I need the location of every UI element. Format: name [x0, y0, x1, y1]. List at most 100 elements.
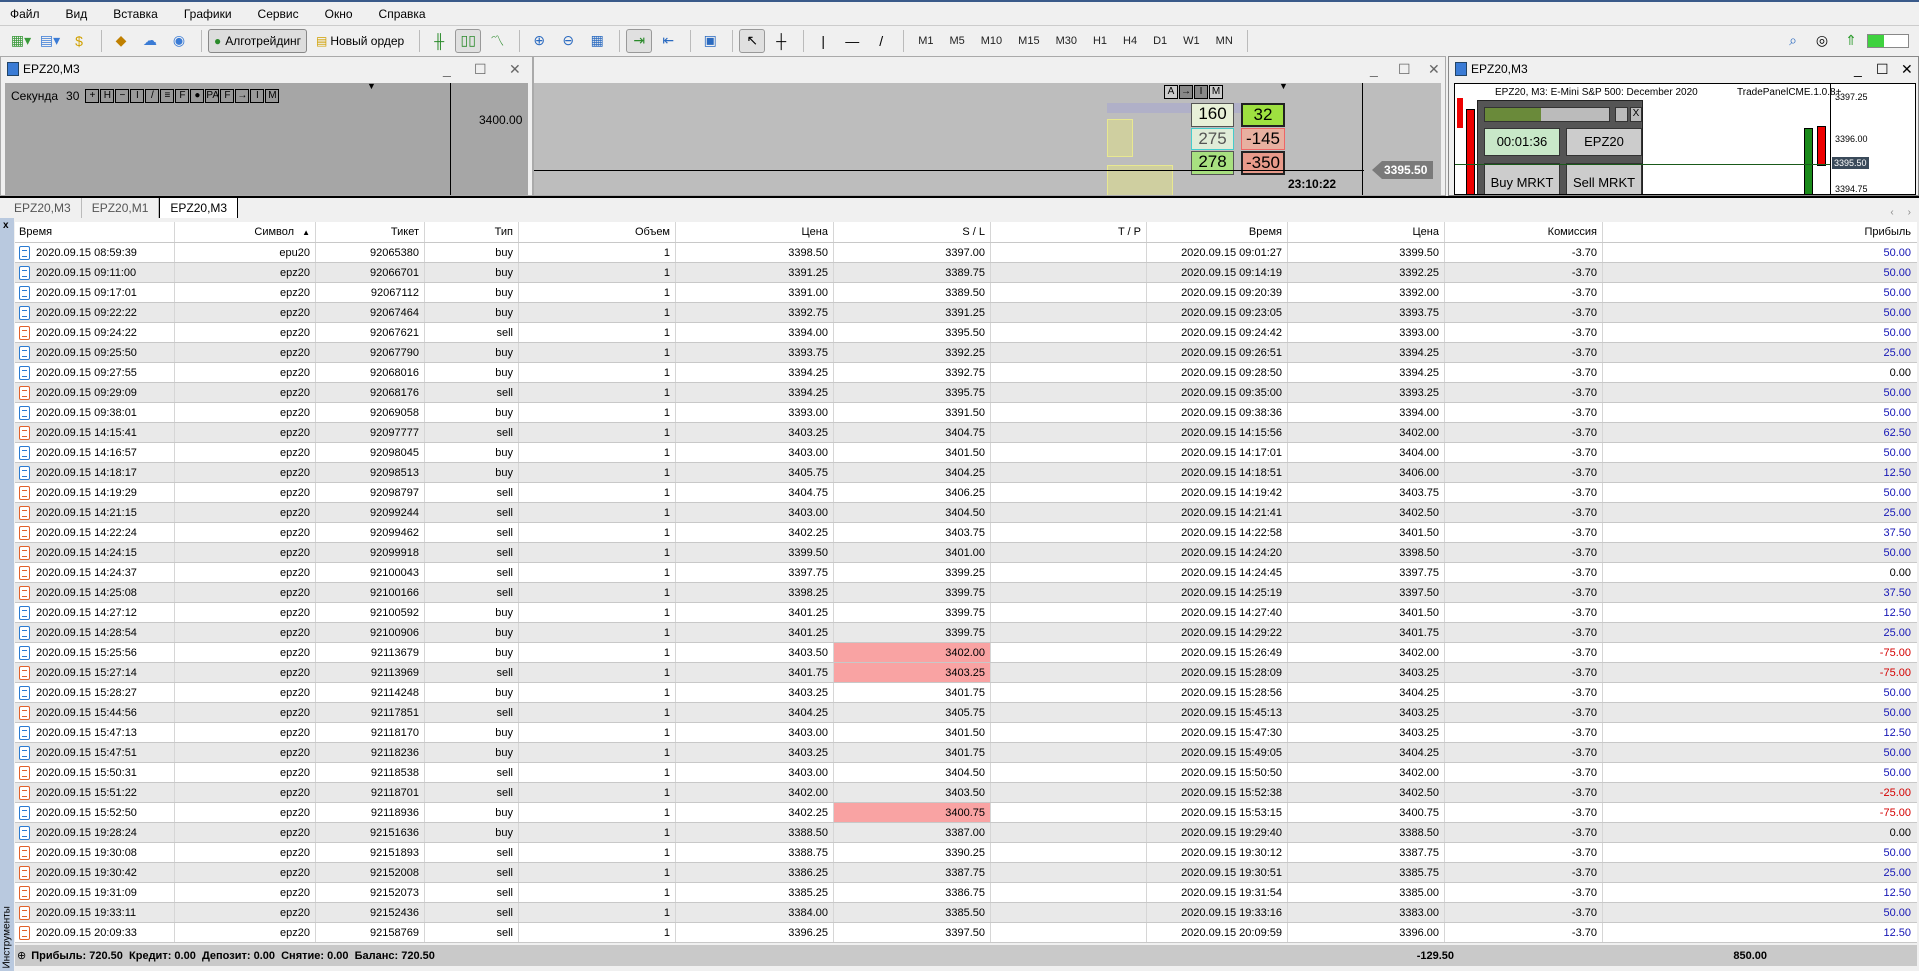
table-row[interactable]: 2020.09.15 15:52:50 epz20 92118936 buy 1 3402… [15, 803, 1917, 823]
timeframe-m30[interactable]: M30 [1056, 35, 1077, 47]
tool-h[interactable]: H [100, 89, 115, 103]
menu-help[interactable]: Справка [379, 7, 426, 21]
navigator-icon[interactable]: ◆ [108, 29, 134, 53]
zoom-in-icon[interactable]: ⊕ [526, 29, 552, 53]
symbol-button[interactable]: EPZ20 [1566, 128, 1642, 156]
col-sl[interactable]: S / L [834, 222, 991, 242]
tool-dot[interactable]: ● [190, 89, 205, 103]
table-row[interactable]: 2020.09.15 14:24:37 epz20 92100043 sell 1 339… [15, 563, 1917, 583]
timeframe-w1[interactable]: W1 [1183, 35, 1200, 47]
col-symbol[interactable]: Символ ▲ [175, 222, 316, 242]
table-row[interactable]: 2020.09.15 15:27:14 epz20 92113969 sell 1 340… [15, 663, 1917, 683]
toolbox-close-icon[interactable]: x [3, 220, 9, 231]
maximize-button[interactable]: ☐ [474, 61, 487, 78]
cloud-icon[interactable]: ☁ [137, 29, 163, 53]
table-row[interactable]: 2020.09.15 14:21:15 epz20 92099244 sell 1 340… [15, 503, 1917, 523]
table-row[interactable]: 2020.09.15 15:28:27 epz20 92114248 buy 1 3403… [15, 683, 1917, 703]
table-row[interactable]: 2020.09.15 09:17:01 epz20 92067112 buy 1 3391… [15, 283, 1917, 303]
trendline-icon[interactable]: / [868, 29, 894, 53]
table-row[interactable]: 2020.09.15 14:19:29 epz20 92098797 sell 1 340… [15, 483, 1917, 503]
market-watch-icon[interactable]: $ [66, 29, 92, 53]
shift-marker-icon[interactable]: ▼ [367, 83, 376, 91]
tool-i[interactable]: I [250, 89, 265, 103]
menu-charts[interactable]: Графики [184, 7, 232, 21]
col-volume[interactable]: Объем [519, 222, 676, 242]
period-value[interactable]: 30 [66, 89, 79, 103]
tool-fibo[interactable]: F [175, 89, 190, 103]
table-row[interactable]: 2020.09.15 09:11:00 epz20 92066701 buy 1 3391… [15, 263, 1917, 283]
tile-windows-icon[interactable]: ▦ [584, 29, 610, 53]
col-tp[interactable]: T / P [991, 222, 1147, 242]
minimize-button[interactable]: _ [443, 61, 451, 77]
table-row[interactable]: 2020.09.15 14:22:24 epz20 92099462 sell 1 340… [15, 523, 1917, 543]
table-row[interactable]: 2020.09.15 09:38:01 epz20 92069058 buy 1 3393… [15, 403, 1917, 423]
timeframe-m15[interactable]: M15 [1018, 35, 1039, 47]
tool-crosshair[interactable]: + [85, 89, 100, 103]
table-row[interactable]: 2020.09.15 08:59:39 epu20 92065380 buy 1 3398… [15, 243, 1917, 263]
table-row[interactable]: 2020.09.15 15:25:56 epz20 92113679 buy 1 3403… [15, 643, 1917, 663]
chart-area[interactable]: EPZ20, M3: E-Mini S&P 500: December 2020… [1454, 83, 1916, 195]
timeframe-m1[interactable]: M1 [918, 35, 933, 47]
panel-close-button[interactable]: X [1630, 107, 1642, 122]
table-row[interactable]: 2020.09.15 14:16:57 epz20 92098045 buy 1 3403… [15, 443, 1917, 463]
minimize-button[interactable]: _ [1854, 61, 1862, 77]
table-row[interactable]: 2020.09.15 09:24:22 epz20 92067621 sell 1 339… [15, 323, 1917, 343]
autoscroll-icon[interactable]: ⇥ [626, 28, 653, 53]
tab-scroll-right-icon[interactable]: › [1908, 207, 1911, 218]
table-row[interactable]: 2020.09.15 09:27:55 epz20 92068016 buy 1 3394… [15, 363, 1917, 383]
new-order-button[interactable]: ▤ Новый ордер [311, 29, 409, 53]
chart-shift-icon[interactable]: ⇤ [655, 29, 681, 53]
timeframe-h4[interactable]: H4 [1123, 35, 1137, 47]
tool-levels[interactable]: ≡ [160, 89, 175, 103]
expand-icon[interactable]: ⊕ [17, 949, 26, 962]
tab-epz20-m1[interactable]: EPZ20,M1 [82, 198, 160, 218]
table-row[interactable]: 2020.09.15 20:09:33 epz20 92158769 sell 1 339… [15, 923, 1917, 943]
menu-window[interactable]: Окно [325, 7, 353, 21]
crosshair-icon[interactable]: ┼ [768, 29, 794, 53]
table-row[interactable]: 2020.09.15 14:24:15 epz20 92099918 sell 1 339… [15, 543, 1917, 563]
panel-toggle[interactable] [1615, 107, 1628, 122]
maximize-button[interactable]: ☐ [1876, 61, 1889, 78]
tool-m[interactable]: M [265, 89, 280, 103]
algo-trading-button[interactable]: ● Алготрейдинг [208, 28, 308, 53]
table-row[interactable]: 2020.09.15 19:31:09 epz20 92152073 sell 1 338… [15, 883, 1917, 903]
profiles-icon[interactable]: ▤▾ [37, 29, 63, 53]
table-row[interactable]: 2020.09.15 19:30:08 epz20 92151893 sell 1 338… [15, 843, 1917, 863]
tool-pa[interactable]: PA [205, 89, 220, 103]
col-type[interactable]: Тип [425, 222, 519, 242]
table-row[interactable]: 2020.09.15 15:51:22 epz20 92118701 sell 1 340… [15, 783, 1917, 803]
search-icon[interactable]: ⌕ [1780, 29, 1806, 53]
cursor-icon[interactable]: ↖ [739, 28, 766, 53]
table-row[interactable]: 2020.09.15 09:25:50 epz20 92067790 buy 1 3393… [15, 343, 1917, 363]
candlestick-icon[interactable]: ▯▯ [455, 28, 482, 53]
buy-market-button[interactable]: Buy MRKT [1484, 163, 1560, 194]
bar-chart-icon[interactable]: ╫ [426, 29, 452, 53]
tool-m[interactable]: M [1209, 85, 1223, 99]
account-icon[interactable]: ◎ [1809, 29, 1835, 53]
table-row[interactable]: 2020.09.15 09:22:22 epz20 92067464 buy 1 3392… [15, 303, 1917, 323]
menu-file[interactable]: Файл [10, 7, 40, 21]
table-row[interactable]: 2020.09.15 14:18:17 epz20 92098513 buy 1 3405… [15, 463, 1917, 483]
zoom-out-icon[interactable]: ⊖ [555, 29, 581, 53]
menu-view[interactable]: Вид [66, 7, 88, 21]
table-row[interactable]: 2020.09.15 14:28:54 epz20 92100906 buy 1 3401… [15, 623, 1917, 643]
tool-trend[interactable]: / [145, 89, 160, 103]
table-row[interactable]: 2020.09.15 15:47:51 epz20 92118236 buy 1 3403… [15, 743, 1917, 763]
timeframe-d1[interactable]: D1 [1153, 35, 1167, 47]
col-open-time[interactable]: Время [15, 222, 175, 242]
line-chart-icon[interactable]: 〽 [484, 29, 510, 53]
horizontal-line-icon[interactable]: — [839, 29, 865, 53]
signals-icon[interactable]: ◉ [166, 29, 192, 53]
chart-area[interactable]: A → I M ▼ 160 275 278 32 -145 -350 23:10:22… [534, 83, 1441, 195]
timeframe-m10[interactable]: M10 [981, 35, 1002, 47]
table-row[interactable]: 2020.09.15 15:44:56 epz20 92117851 sell 1 340… [15, 703, 1917, 723]
col-commission[interactable]: Комиссия [1445, 222, 1603, 242]
table-row[interactable]: 2020.09.15 15:50:31 epz20 92118538 sell 1 340… [15, 763, 1917, 783]
vertical-line-icon[interactable]: | [810, 29, 836, 53]
col-ticket[interactable]: Тикет [316, 222, 425, 242]
menu-tools[interactable]: Сервис [258, 7, 299, 21]
col-profit[interactable]: Прибыль [1603, 222, 1916, 242]
maximize-button[interactable]: ☐ [1398, 61, 1411, 78]
close-button[interactable]: ✕ [509, 61, 521, 78]
table-row[interactable]: 2020.09.15 09:29:09 epz20 92068176 sell 1 339… [15, 383, 1917, 403]
